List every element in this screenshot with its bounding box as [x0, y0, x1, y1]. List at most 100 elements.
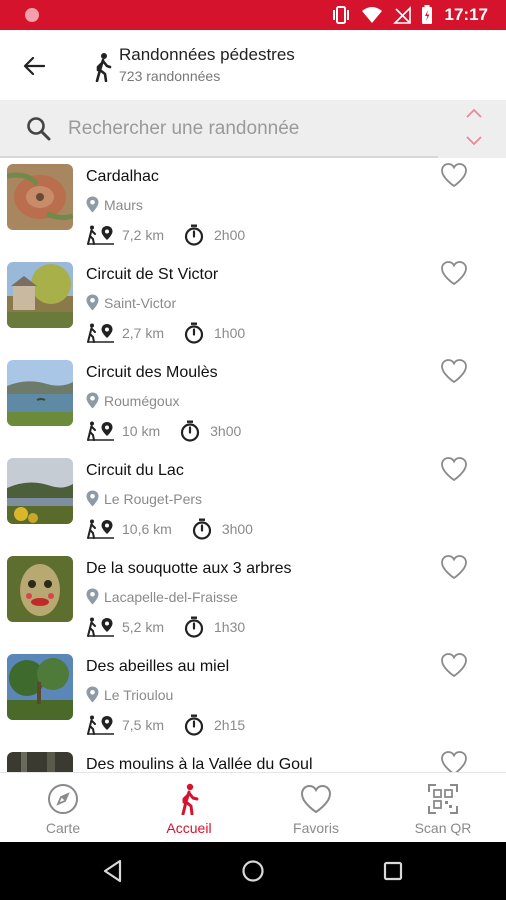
list-item[interactable]: Circuit de St Victor Saint-Victor 2,7 km… [0, 258, 506, 356]
status-icons: 17:17 [331, 0, 488, 30]
qr-code-icon [427, 782, 459, 816]
list-item[interactable]: De la souquotte aux 3 arbres Lacapelle-d… [0, 552, 506, 650]
search-input[interactable] [64, 110, 424, 148]
hike-meta: 7,2 km 2h00 [86, 224, 245, 246]
hike-thumbnail [7, 654, 73, 720]
list-item[interactable]: Des moulins à la Vallée du Goul [0, 748, 506, 772]
recent-apps-icon[interactable] [380, 858, 406, 884]
hike-name: Circuit du Lac [86, 462, 184, 479]
search-bar [0, 100, 506, 158]
stopwatch-icon [184, 322, 204, 344]
hike-duration: 1h00 [214, 325, 246, 341]
hike-name: De la souquotte aux 3 arbres [86, 560, 292, 577]
hike-thumbnail [7, 458, 73, 524]
battery-icon [421, 5, 432, 24]
hike-name: Circuit de St Victor [86, 266, 219, 283]
hike-duration: 2h00 [214, 227, 246, 243]
nav-label: Carte [45, 820, 81, 836]
hike-location: Maurs [86, 196, 143, 213]
arrow-left-icon [23, 56, 45, 76]
favorite-heart-icon[interactable] [440, 358, 468, 384]
hike-duration: 3h00 [210, 423, 242, 439]
hike-distance: 7,2 km [122, 227, 165, 243]
favorite-heart-icon[interactable] [440, 456, 468, 482]
hike-distance: 10 km [122, 423, 161, 439]
location-pin-icon [86, 490, 99, 507]
nav-item-carte[interactable]: Carte [0, 773, 126, 843]
hike-location-text: Saint-Victor [104, 294, 177, 311]
hike-duration: 2h15 [214, 717, 246, 733]
favorite-heart-icon[interactable] [440, 652, 468, 678]
stopwatch-icon [184, 714, 204, 736]
back-triangle-icon[interactable] [100, 858, 126, 884]
location-pin-icon [86, 392, 99, 409]
back-button[interactable] [14, 48, 54, 84]
hike-location: Roumégoux [86, 392, 180, 409]
hike-thumbnail [7, 262, 73, 328]
hike-location: Lacapelle-del-Fraisse [86, 588, 238, 605]
hike-distance-icon [87, 617, 114, 637]
hike-distance: 7,5 km [122, 717, 165, 733]
hike-location-text: Le Trioulou [104, 686, 174, 703]
hike-distance-icon [87, 715, 114, 735]
hiker-icon [177, 782, 201, 816]
location-pin-icon [86, 686, 99, 703]
sort-down-icon[interactable] [464, 134, 484, 148]
nav-item-scan-qr[interactable]: Scan QR [380, 773, 506, 843]
compass-icon [47, 782, 79, 816]
hike-name: Des moulins à la Vallée du Goul [86, 756, 313, 772]
nav-label: Accueil [166, 820, 212, 836]
bottom-navigation: Carte Accueil Favoris Scan QR [0, 772, 506, 842]
stopwatch-icon [192, 518, 211, 540]
vibrate-icon [332, 6, 349, 24]
hike-meta: 10 km 3h00 [86, 420, 241, 442]
hike-meta: 10,6 km 3h00 [86, 518, 253, 540]
sort-up-icon[interactable] [464, 106, 484, 120]
system-navigation-bar [0, 842, 506, 900]
hike-duration: 3h00 [221, 521, 253, 537]
nav-item-accueil[interactable]: Accueil [126, 773, 252, 843]
hike-thumbnail [7, 556, 73, 622]
hike-location: Le Rouget-Pers [86, 490, 202, 507]
list-item[interactable]: Circuit du Lac Le Rouget-Pers 10,6 km 3h… [0, 454, 506, 552]
list-item[interactable]: Cardalhac Maurs 7,2 km 2h00 [0, 160, 506, 258]
favorite-heart-icon[interactable] [440, 260, 468, 286]
hike-location-text: Lacapelle-del-Fraisse [104, 588, 238, 605]
app-bar: Randonnées pédestres 723 randonnées [0, 30, 506, 100]
hike-duration: 1h30 [214, 619, 246, 635]
notification-dot-icon [25, 8, 39, 22]
favorite-heart-icon[interactable] [440, 750, 468, 772]
location-pin-icon [86, 196, 99, 213]
hike-count: 723 randonnées [119, 68, 221, 84]
hike-thumbnail [7, 752, 73, 772]
search-divider [0, 156, 438, 158]
no-signal-icon [392, 6, 411, 24]
stopwatch-icon [181, 420, 200, 442]
favorite-heart-icon[interactable] [440, 554, 468, 580]
list-item[interactable]: Des abeilles au miel Le Trioulou 7,5 km … [0, 650, 506, 748]
home-circle-icon[interactable] [240, 858, 266, 884]
hike-location-text: Roumégoux [104, 392, 180, 409]
hike-list: Cardalhac Maurs 7,2 km 2h00 Circuit de S… [0, 160, 506, 772]
location-pin-icon [86, 294, 99, 311]
hike-meta: 7,5 km 2h15 [86, 714, 245, 736]
hike-distance-icon [87, 225, 114, 245]
hike-thumbnail [7, 360, 73, 426]
hike-location: Saint-Victor [86, 294, 176, 311]
hike-location-text: Le Rouget-Pers [104, 490, 203, 507]
hike-distance-icon [87, 519, 114, 539]
favorite-heart-icon[interactable] [440, 162, 468, 188]
status-time: 17:17 [444, 5, 488, 24]
nav-label: Favoris [293, 820, 339, 836]
hike-distance: 5,2 km [122, 619, 165, 635]
search-icon [27, 117, 51, 141]
status-bar: 17:17 [0, 0, 506, 30]
hike-location-text: Maurs [104, 196, 143, 213]
list-item[interactable]: Circuit des Moulès Roumégoux 10 km 3h00 [0, 356, 506, 454]
hike-meta: 5,2 km 1h30 [86, 616, 245, 638]
heart-icon [300, 782, 332, 816]
hike-distance: 10,6 km [122, 521, 172, 537]
stopwatch-icon [184, 616, 204, 638]
nav-item-favoris[interactable]: Favoris [253, 773, 379, 843]
page-title: Randonnées pédestres [119, 45, 295, 64]
